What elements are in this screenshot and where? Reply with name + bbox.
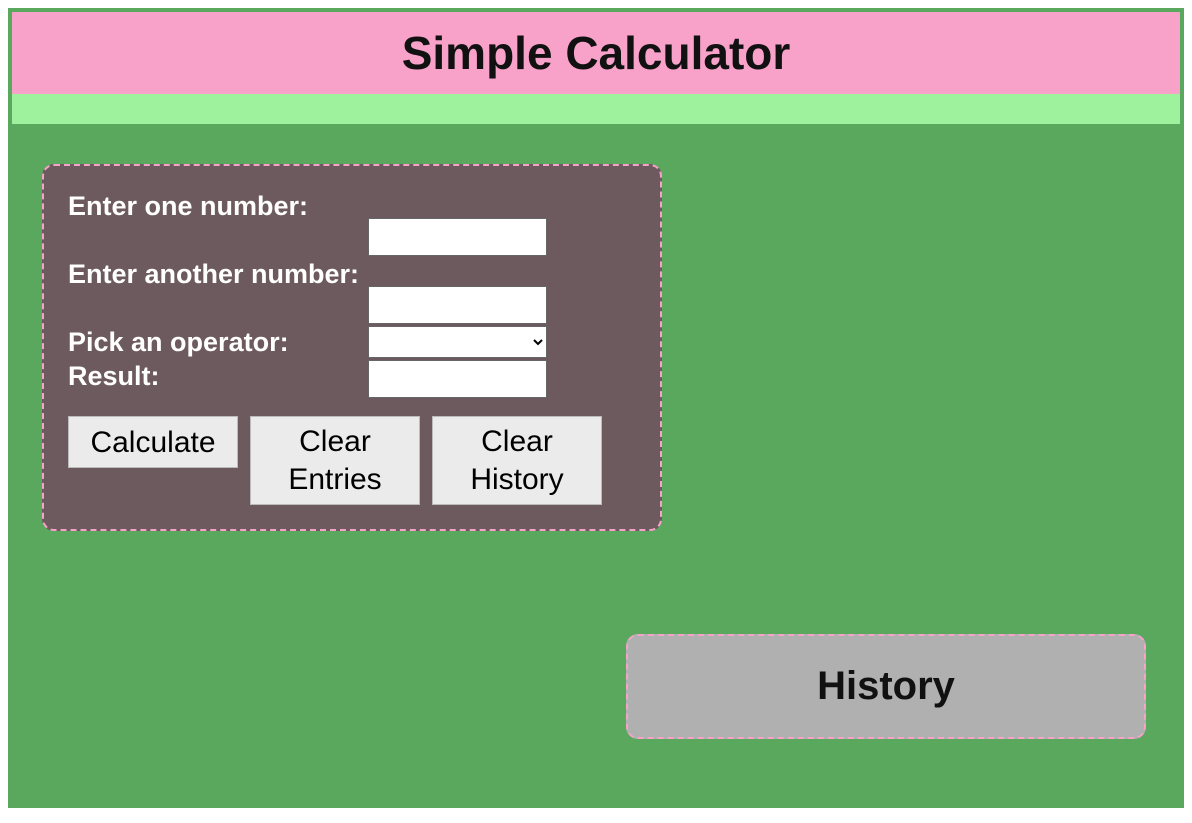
clear-entries-button[interactable]: Clear Entries bbox=[250, 416, 420, 505]
button-row: Calculate Clear Entries Clear History bbox=[68, 416, 636, 505]
calculate-button[interactable]: Calculate bbox=[68, 416, 238, 468]
operator-select[interactable] bbox=[368, 326, 547, 358]
history-panel: History bbox=[626, 634, 1146, 739]
label-first-number: Enter one number: bbox=[68, 190, 368, 222]
calculator-panel: Enter one number: Enter another number: … bbox=[42, 164, 662, 531]
clear-history-button[interactable]: Clear History bbox=[432, 416, 602, 505]
label-result: Result: bbox=[68, 360, 368, 392]
header-banner: Simple Calculator bbox=[12, 12, 1180, 94]
first-number-input[interactable] bbox=[368, 218, 547, 256]
app-frame: Simple Calculator Enter one number: Ente… bbox=[8, 8, 1184, 808]
label-operator: Pick an operator: bbox=[68, 326, 368, 358]
history-title: History bbox=[628, 664, 1144, 709]
page-title: Simple Calculator bbox=[12, 26, 1180, 80]
result-output bbox=[368, 360, 547, 398]
accent-strip bbox=[12, 94, 1180, 124]
label-second-number: Enter another number: bbox=[68, 258, 368, 290]
main-area: Enter one number: Enter another number: … bbox=[12, 124, 1180, 804]
second-number-input[interactable] bbox=[368, 286, 547, 324]
